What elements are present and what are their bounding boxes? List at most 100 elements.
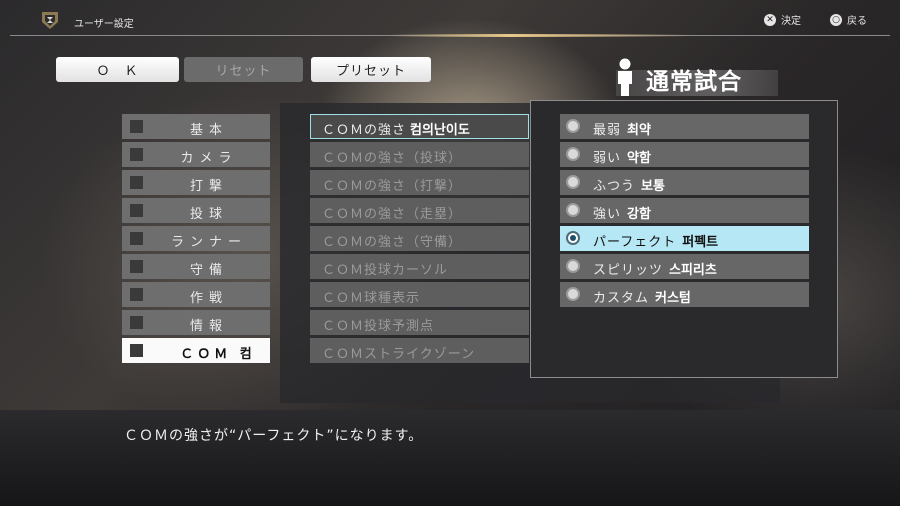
category-label: 情報 xyxy=(189,319,228,334)
category-item-com[interactable]: ＣＯＭ 컴 xyxy=(122,338,270,363)
category-label: ランナー xyxy=(170,235,247,250)
radio-button-selected-icon xyxy=(566,231,580,245)
option-normal[interactable]: ふつう 보통 xyxy=(560,170,809,195)
setting-label: ＣＯＭ投球カーソル xyxy=(322,263,449,278)
option-label: 最弱 최약 xyxy=(593,119,651,138)
option-strong[interactable]: 強い 강함 xyxy=(560,198,809,223)
category-marker xyxy=(130,316,143,329)
setting-item-com-pitch-type-display[interactable]: ＣＯＭ球種表示 xyxy=(310,282,529,307)
option-label: 弱い 약함 xyxy=(593,147,651,166)
category-label: 作戦 xyxy=(189,291,228,306)
mode-title: 通常試合 xyxy=(600,52,778,98)
cross-button-icon: ✕ xyxy=(764,13,776,26)
option-label: 強い 강함 xyxy=(593,203,651,222)
category-label: 基本 xyxy=(189,123,228,138)
setting-label: ＣＯＭの強さ（走塁） xyxy=(322,207,463,222)
category-list: 基本 カメラ 打撃 投球 ランナー 守備 作戦 情報 ＣＯＭ 컴 xyxy=(122,114,270,366)
option-custom[interactable]: カスタム 커스텀 xyxy=(560,282,809,307)
preset-button[interactable]: プリセット xyxy=(311,57,431,82)
option-spirits[interactable]: スピリッツ 스피리츠 xyxy=(560,254,809,279)
description-text: ＣＯＭの強さが“パーフェクト”になります。 xyxy=(124,428,424,444)
radio-button-icon xyxy=(566,287,580,301)
setting-label: ＣＯＭの強さ（打撃） xyxy=(322,179,463,194)
page-title: ユーザー設定 xyxy=(74,19,134,30)
setting-item-com-strength[interactable]: ＣＯＭの強さ 컴의난이도 xyxy=(310,114,529,139)
ok-button[interactable]: Ｏ Ｋ xyxy=(56,57,179,82)
confirm-label: 決定 xyxy=(781,16,801,27)
option-label-kr: 약함 xyxy=(627,151,651,166)
option-label-kr: 스피리츠 xyxy=(669,263,717,278)
category-item-basic[interactable]: 基本 xyxy=(122,114,270,139)
circle-button-icon: ○ xyxy=(830,13,842,26)
option-label: カスタム 커스텀 xyxy=(593,287,691,306)
radio-button-icon xyxy=(566,203,580,217)
confirm-hint[interactable]: ✕ 決定 xyxy=(764,12,801,27)
option-label-kr: 보통 xyxy=(641,179,665,194)
category-label: 守備 xyxy=(189,263,228,278)
setting-item-com-strength-batting[interactable]: ＣＯＭの強さ（打撃） xyxy=(310,170,529,195)
category-marker xyxy=(130,344,143,357)
category-label-kr: 컴 xyxy=(239,347,256,362)
category-label: カメラ xyxy=(180,151,238,166)
option-label-kr: 커스텀 xyxy=(655,291,691,306)
back-label: 戻る xyxy=(847,16,867,27)
description-bar: ＣＯＭの強さが“パーフェクト”になります。 xyxy=(0,410,900,506)
option-label-jp: カスタム xyxy=(593,291,650,306)
category-label: 打撃 xyxy=(189,179,228,194)
header-bar: ユーザー設定 ✕ 決定 ○ 戻る xyxy=(0,0,900,38)
option-label-jp: パーフェクト xyxy=(593,235,677,250)
setting-item-com-strength-defense[interactable]: ＣＯＭの強さ（守備） xyxy=(310,226,529,251)
category-item-batting[interactable]: 打撃 xyxy=(122,170,270,195)
option-label: ふつう 보통 xyxy=(593,175,665,194)
category-item-info[interactable]: 情報 xyxy=(122,310,270,335)
setting-item-com-pitch-prediction[interactable]: ＣＯＭ投球予測点 xyxy=(310,310,529,335)
category-label: 投球 xyxy=(189,207,228,222)
option-weakest[interactable]: 最弱 최약 xyxy=(560,114,809,139)
setting-item-com-strike-zone[interactable]: ＣＯＭストライクゾーン xyxy=(310,338,529,363)
setting-label-kr: 컴의난이도 xyxy=(410,123,470,138)
setting-label: ＣＯＭ球種表示 xyxy=(322,291,421,306)
option-label-kr: 최약 xyxy=(627,123,651,138)
category-item-camera[interactable]: カメラ xyxy=(122,142,270,167)
category-label-jp: ＣＯＭ xyxy=(180,347,232,362)
radio-button-icon xyxy=(566,175,580,189)
option-label-jp: 弱い xyxy=(593,151,622,166)
mode-title-text: 通常試合 xyxy=(646,69,742,95)
header-accent-line xyxy=(390,34,690,37)
radio-button-icon xyxy=(566,119,580,133)
setting-label: ＣＯＭの強さ（守備） xyxy=(322,235,463,250)
option-label-jp: 強い xyxy=(593,207,622,222)
setting-label: ＣＯＭ投球予測点 xyxy=(322,319,435,334)
back-hint[interactable]: ○ 戻る xyxy=(830,12,867,27)
radio-button-icon xyxy=(566,147,580,161)
radio-button-icon xyxy=(566,259,580,273)
option-label: パーフェクト 퍼펙트 xyxy=(593,231,718,250)
option-label-kr: 강함 xyxy=(627,207,651,222)
option-perfect[interactable]: パーフェクト 퍼펙트 xyxy=(560,226,809,251)
option-weak[interactable]: 弱い 약함 xyxy=(560,142,809,167)
category-marker xyxy=(130,288,143,301)
option-label-kr: 퍼펙트 xyxy=(682,235,719,250)
category-item-strategy[interactable]: 作戦 xyxy=(122,282,270,307)
category-marker xyxy=(130,232,143,245)
options-list: 最弱 최약 弱い 약함 ふつう 보통 強い 강함 パーフェクト 퍼펙트 スピリッツ 스피리츠… xyxy=(560,114,809,310)
setting-item-com-pitch-cursor[interactable]: ＣＯＭ投球カーソル xyxy=(310,254,529,279)
person-icon xyxy=(618,58,632,96)
option-label-jp: 最弱 xyxy=(593,123,622,138)
option-label-jp: スピリッツ xyxy=(593,263,664,278)
option-label: スピリッツ 스피리츠 xyxy=(593,259,717,278)
option-label-jp: ふつう xyxy=(593,179,636,194)
category-item-pitching[interactable]: 投球 xyxy=(122,198,270,223)
category-marker xyxy=(130,120,143,133)
setting-label: ＣＯＭの強さ（投球） xyxy=(322,151,463,166)
category-marker xyxy=(130,176,143,189)
app-logo-icon xyxy=(42,12,58,29)
category-item-defense[interactable]: 守備 xyxy=(122,254,270,279)
category-item-runner[interactable]: ランナー xyxy=(122,226,270,251)
setting-item-com-strength-baserunning[interactable]: ＣＯＭの強さ（走塁） xyxy=(310,198,529,223)
setting-label-jp: ＣＯＭの強さ xyxy=(322,123,407,138)
setting-item-com-strength-pitching[interactable]: ＣＯＭの強さ（投球） xyxy=(310,142,529,167)
category-marker xyxy=(130,260,143,273)
reset-button[interactable]: リセット xyxy=(184,57,303,82)
settings-list: ＣＯＭの強さ 컴의난이도 ＣＯＭの強さ（投球） ＣＯＭの強さ（打撃） ＣＯＭの強さ… xyxy=(310,114,529,366)
